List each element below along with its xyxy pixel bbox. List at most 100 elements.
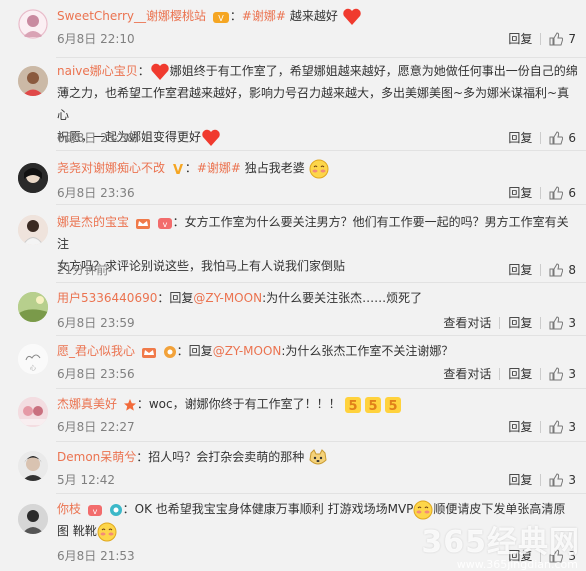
thumbs-up-icon[interactable] [549, 130, 564, 145]
username[interactable]: Demon呆萌兮 [57, 450, 136, 464]
svg-text:心: 心 [30, 365, 36, 372]
timestamp: 6月8日 23:59 [57, 316, 135, 330]
timestamp: 6月8日 21:53 [57, 549, 135, 563]
timestamp: 21分钟前 [57, 263, 109, 277]
comment-actions: 回复 3 [488, 471, 576, 488]
comment-item: naive娜心宝贝： 娜姐终于有工作室了，希望娜姐越来越好，愿意为她做任何事出一份… [0, 58, 586, 151]
like-count: 6 [568, 185, 576, 200]
like-count: 3 [568, 366, 576, 381]
avatar[interactable] [18, 292, 48, 322]
timestamp: 6月8日 22:10 [57, 32, 135, 46]
comment-actions: 回复 6 [488, 129, 576, 146]
mention-link[interactable]: @ZY-MOON [213, 344, 282, 358]
like-count: 3 [568, 315, 576, 330]
thumbs-up-icon[interactable] [549, 185, 564, 200]
crown-badge-icon [135, 218, 150, 229]
timestamp: 6月8日 23:36 [57, 186, 135, 200]
timestamp: 6月8日 23:56 [57, 367, 135, 381]
avatar[interactable] [18, 451, 48, 481]
reply-button[interactable]: 回复 [508, 129, 532, 146]
timestamp: 5月 12:42 [57, 473, 116, 487]
thumbs-up-icon[interactable] [549, 419, 564, 434]
like-count: 3 [568, 472, 576, 487]
comment-item: Demon呆萌兮：招人吗？会打杂会卖萌的那种 5月 12:42 回复 3 [0, 442, 586, 494]
thumbs-up-icon[interactable] [549, 262, 564, 277]
comment-item: 尧尧对谢娜痴心不改 V ：#谢娜# 独占我老婆 6月8日 23:36 回复 6 [0, 151, 586, 205]
mention-link[interactable]: @ZY-MOON [193, 291, 262, 305]
heart-icon [202, 129, 220, 146]
reply-button[interactable]: 回复 [508, 261, 532, 278]
thumbs-up-icon[interactable] [549, 315, 564, 330]
avatar[interactable] [18, 163, 48, 193]
like-count: 6 [568, 130, 576, 145]
timestamp: 6月8日 22:27 [57, 420, 135, 434]
username[interactable]: 杰娜真美好 [57, 397, 117, 411]
username[interactable]: 用户5336440690 [57, 291, 157, 305]
reply-button[interactable]: 回复 [508, 471, 532, 488]
svg-text:5: 5 [349, 399, 358, 414]
fan-badge-icon [163, 345, 176, 358]
blushing-face-icon [309, 159, 329, 178]
username[interactable]: 娜是杰的宝宝 [57, 215, 129, 229]
avatar[interactable] [18, 66, 48, 96]
reply-button[interactable]: 回复 [508, 184, 532, 201]
svg-text:5: 5 [389, 399, 398, 414]
username[interactable]: 愿_君心似我心 [57, 344, 135, 358]
thumbs-up-icon[interactable] [549, 31, 564, 46]
comment-actions: 回复 7 [488, 30, 576, 47]
comment-list: SweetCherry__谢娜樱桃站 V ：#谢娜# 越来越好 6月8日 22:1… [0, 0, 586, 571]
comment-actions: 回复 8 [488, 261, 576, 278]
avatar[interactable] [18, 397, 48, 427]
heart-icon [342, 8, 361, 25]
username[interactable]: 你枝 [57, 502, 81, 516]
topic-tag[interactable]: #谢娜# [197, 161, 241, 175]
comment-item: SweetCherry__谢娜樱桃站 V ：#谢娜# 越来越好 6月8日 22:1… [0, 0, 586, 58]
crown-badge-icon [141, 347, 156, 358]
star-badge-icon [123, 398, 136, 411]
reply-button[interactable]: 回复 [508, 418, 532, 435]
watermark: 365经典网 [421, 525, 580, 560]
reply-button[interactable]: 回复 [508, 30, 532, 47]
avatar[interactable]: 心 [18, 344, 48, 374]
avatar[interactable] [18, 215, 48, 245]
heart-icon [151, 63, 169, 80]
avatar[interactable] [18, 9, 48, 39]
like-count: 7 [568, 31, 576, 46]
verified-v-icon: V [173, 163, 183, 176]
like-count: 3 [568, 419, 576, 434]
view-conversation-button[interactable]: 查看对话 [443, 365, 491, 382]
comment-item: 杰娜真美好 ：woc，谢娜你终于有工作室了！！！ 5 5 5 6月8日 22:2… [0, 389, 586, 442]
comment-item: 心 愿_君心似我心 ：回复@ZY-MOON:为什么张杰工作室不关注谢娜？ 6月8… [0, 336, 586, 389]
svg-text:V: V [173, 163, 183, 176]
fan-badge-icon [109, 503, 122, 516]
five-five-five-emoticon-icon: 5 5 5 [345, 396, 402, 414]
svg-text:5: 5 [369, 399, 378, 414]
reply-button[interactable]: 回复 [508, 314, 532, 331]
comment-actions: 回复 3 [488, 418, 576, 435]
svg-text:v: v [162, 220, 167, 229]
username[interactable]: 尧尧对谢娜痴心不改 [57, 161, 165, 175]
comment-actions: 查看对话 回复 3 [423, 365, 576, 382]
vip-badge-icon: v [87, 504, 102, 516]
comment-item: 用户5336440690：回复@ZY-MOON:为什么要关注张杰……烦死了 6月… [0, 283, 586, 336]
reply-button[interactable]: 回复 [508, 365, 532, 382]
view-conversation-button[interactable]: 查看对话 [443, 314, 491, 331]
like-count: 8 [568, 262, 576, 277]
username[interactable]: SweetCherry__谢娜樱桃站 [57, 9, 206, 23]
comment-actions: 回复 6 [488, 184, 576, 201]
avatar[interactable] [18, 504, 48, 534]
thumbs-up-icon[interactable] [549, 366, 564, 381]
timestamp: 6月8日 23:38 [57, 131, 135, 145]
svg-text:V: V [218, 14, 224, 23]
watermark-url: www.365jingdian.com [456, 558, 578, 571]
svg-text:v: v [92, 507, 97, 516]
blushing-face-icon [97, 522, 117, 541]
member-badge-icon: V [212, 11, 229, 23]
doge-face-icon [309, 448, 327, 464]
comment-actions: 查看对话 回复 3 [423, 314, 576, 331]
comment-item: 娜是杰的宝宝 v ：女方工作室为什么要关注男方？他们有工作要一起的吗？男方工作室有… [0, 205, 586, 283]
vip-badge-icon: v [157, 217, 172, 229]
thumbs-up-icon[interactable] [549, 472, 564, 487]
username[interactable]: naive娜心宝贝 [57, 64, 138, 78]
topic-tag[interactable]: #谢娜# [242, 9, 286, 23]
